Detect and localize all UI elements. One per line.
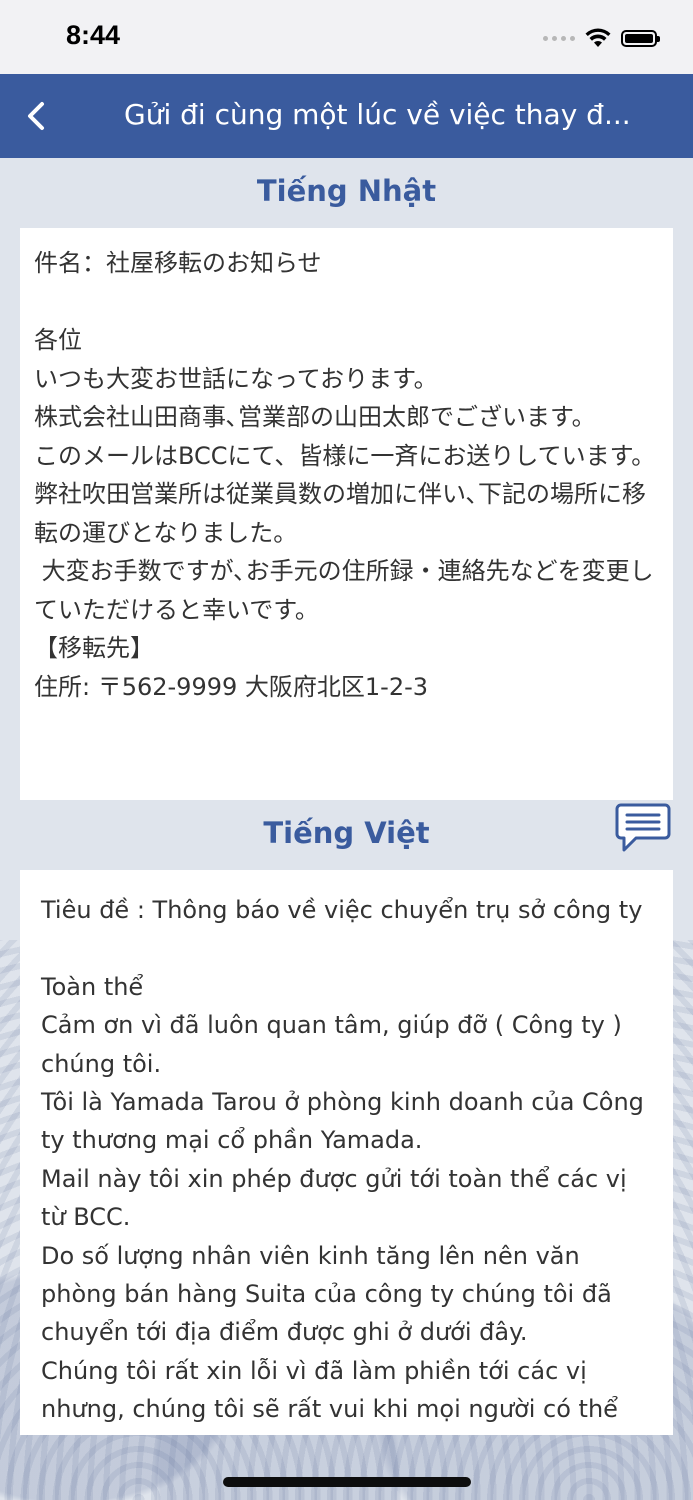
chevron-left-icon [28, 102, 44, 130]
navigation-bar: Gửi đi cùng một lúc về việc thay đ... [0, 74, 693, 158]
back-button[interactable] [18, 96, 58, 136]
status-icons [543, 26, 660, 50]
home-indicator[interactable] [223, 1477, 471, 1487]
vietnamese-text-card[interactable]: Tiêu đề : Thông báo về việc chuyển trụ s… [20, 870, 673, 1435]
wifi-icon [585, 28, 611, 47]
vietnamese-heading: Tiếng Việt [263, 816, 430, 850]
signal-dots-icon [543, 35, 575, 41]
page-title: Gửi đi cùng một lúc về việc thay đ... [124, 98, 631, 131]
japanese-heading: Tiếng Nhật [256, 174, 437, 208]
status-time: 8:44 [66, 20, 121, 50]
battery-icon [621, 29, 660, 47]
status-bar: 8:44 [0, 0, 693, 74]
japanese-body: 件名：社屋移転のお知らせ 各位 いつも大変お世話になっております。 株式会社山田… [34, 249, 656, 701]
chat-bubble-icon[interactable] [614, 802, 672, 856]
japanese-text-card: 件名：社屋移転のお知らせ 各位 いつも大変お世話になっております。 株式会社山田… [20, 228, 673, 800]
vietnamese-body: Tiêu đề : Thông báo về việc chuyển trụ s… [41, 896, 644, 1424]
